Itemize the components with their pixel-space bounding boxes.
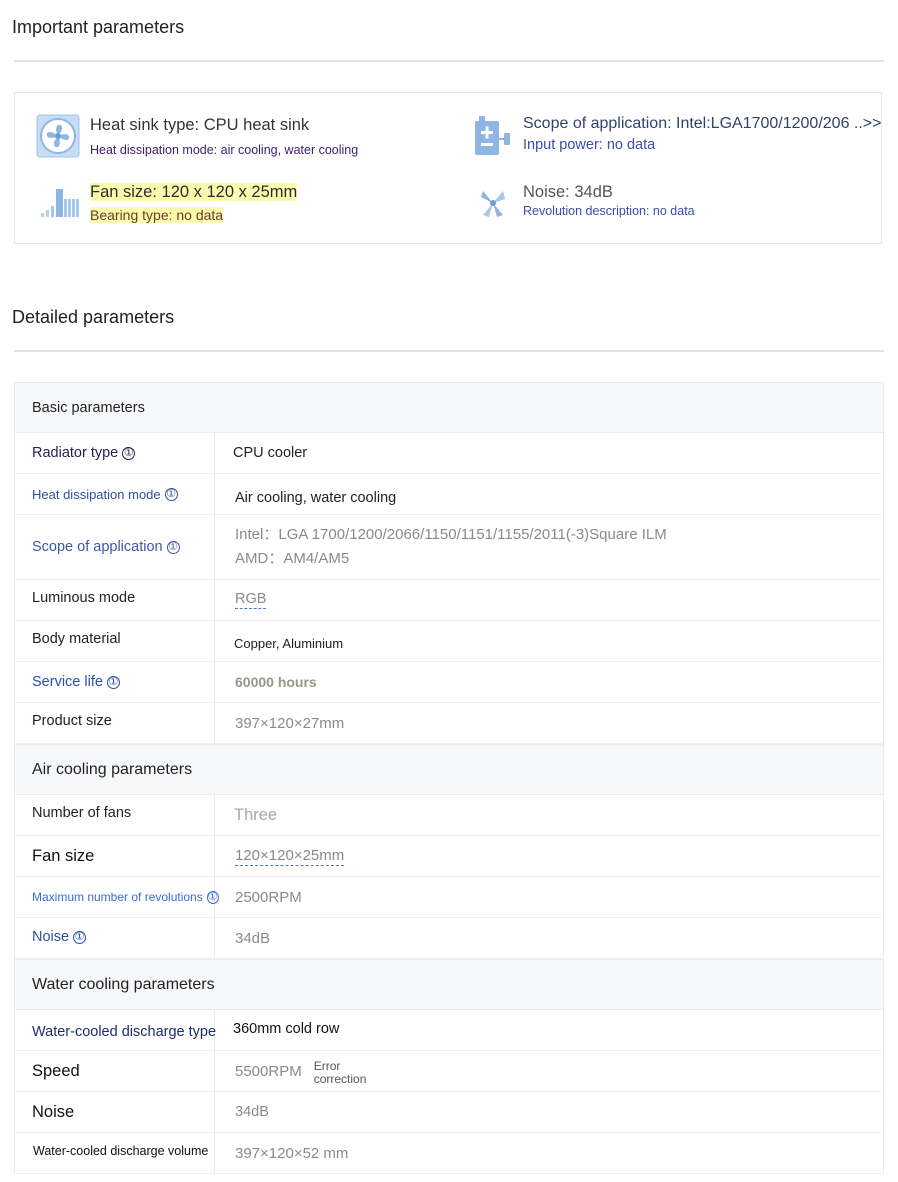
- table-row: Radiator type ① CPU cooler: [15, 433, 883, 474]
- input-power: Input power: no data: [523, 137, 656, 153]
- error-correction-line: correction: [313, 1072, 367, 1086]
- table-row: Body material Copper, Aluminium: [15, 621, 883, 662]
- row-value[interactable]: RGB: [215, 580, 883, 620]
- table-row: Service life ① 60000 hours: [15, 662, 883, 703]
- fan-size-text: Fan size: 120 x 120 x 25mm: [90, 183, 298, 201]
- row-value: 397×120×27mm: [235, 714, 345, 732]
- row-value: 397×120×52 mm: [235, 1144, 349, 1162]
- info-icon[interactable]: ①: [166, 540, 180, 554]
- table-row: Number of fans Three: [15, 795, 883, 836]
- detailed-parameters-title: Detailed parameters: [12, 307, 175, 327]
- row-value: 2500RPM: [235, 888, 302, 906]
- row-key: Product size: [15, 703, 215, 743]
- heat-sink-type: Heat sink type: CPU heat sink: [90, 116, 310, 134]
- table-row: Noise ① 34dB: [15, 918, 883, 959]
- detailed-parameters-table: Basic parameters Radiator type ① CPU cool…: [14, 382, 884, 1174]
- row-value[interactable]: 120×120×25mm: [215, 836, 883, 876]
- table-row: Maximum number of revolutions ① 2500RPM: [15, 877, 883, 918]
- propeller-icon: [479, 187, 507, 224]
- row-key: Radiator type ①: [15, 433, 215, 473]
- row-value: 360mm cold row: [233, 1021, 340, 1037]
- table-row: Noise 34dB: [15, 1092, 883, 1133]
- table-row: Water-cooled discharge type 360mm cold r…: [15, 1010, 883, 1051]
- row-value-text: 5500RPM: [235, 1062, 302, 1080]
- row-value-link[interactable]: 120×120×25mm: [235, 847, 345, 866]
- row-key-text: Maximum number of revolutions: [32, 890, 203, 904]
- row-key: Maximum number of revolutions ①: [15, 877, 219, 917]
- divider: [14, 60, 884, 62]
- important-parameters-title: Important parameters: [12, 17, 185, 37]
- row-key-text: Service life: [32, 674, 103, 690]
- table-row: Fan size 120×120×25mm: [15, 836, 883, 877]
- row-value-line: AMD：AM4/AM5: [235, 550, 350, 567]
- row-value: 60000 hours: [235, 674, 317, 690]
- revolution-description: Revolution description: no data: [523, 204, 695, 218]
- info-icon[interactable]: ①: [73, 930, 87, 944]
- table-row: Heat dissipation mode ① Air cooling, wate…: [15, 474, 883, 515]
- row-value-line: Intel：LGA 1700/1200/2066/1150/1151/1155/…: [235, 526, 667, 543]
- important-parameters-box: Heat sink type: CPU heat sink Heat dissi…: [14, 92, 882, 244]
- table-row: Product size 397×120×27mm: [15, 703, 883, 744]
- info-icon[interactable]: ①: [122, 446, 136, 460]
- row-key: Speed: [15, 1051, 215, 1091]
- row-key: Water-cooled discharge type: [15, 1010, 216, 1050]
- row-key: Scope of application ①: [15, 515, 215, 579]
- group-air-cooling-parameters: Air cooling parameters: [15, 744, 883, 795]
- row-value: 34dB: [235, 1104, 269, 1120]
- row-key-text: Noise: [32, 929, 70, 945]
- group-water-cooling-parameters: Water cooling parameters: [15, 959, 883, 1010]
- bearing-type: Bearing type: no data: [90, 207, 224, 223]
- info-icon[interactable]: ①: [106, 675, 120, 689]
- row-value: Copper, Aluminium: [234, 635, 344, 651]
- row-key: Heat dissipation mode ①: [15, 474, 215, 514]
- row-value: Three: [234, 805, 278, 824]
- row-key: Number of fans: [15, 795, 215, 835]
- row-key: Water-cooled discharge volume: [15, 1133, 215, 1173]
- row-value: Intel：LGA 1700/1200/2066/1150/1151/1155/…: [215, 515, 883, 579]
- row-key: Noise ①: [15, 918, 215, 958]
- row-key-text: Heat dissipation mode: [32, 486, 161, 502]
- row-key: Service life ①: [15, 662, 215, 702]
- row-value-link[interactable]: RGB: [235, 591, 267, 609]
- table-row: Speed 5500RPM Error correction: [15, 1051, 883, 1092]
- bearing-type-text: Bearing type: no data: [90, 207, 224, 223]
- table-row: Luminous mode RGB: [15, 580, 883, 621]
- noise: Noise: 34dB: [523, 183, 613, 201]
- row-key-text: Radiator type: [32, 445, 119, 461]
- error-correction-link[interactable]: Error correction: [314, 1056, 367, 1086]
- table-row: Scope of application ① Intel：LGA 1700/120…: [15, 515, 883, 580]
- group-basic-parameters: Basic parameters: [15, 382, 883, 433]
- row-key: Fan size: [15, 836, 215, 876]
- fan-icon: [36, 114, 80, 163]
- divider: [14, 350, 884, 352]
- info-icon[interactable]: ①: [164, 487, 178, 501]
- row-key-text: Scope of application: [32, 539, 163, 555]
- bars-size-icon: [40, 185, 80, 224]
- scope-of-application: Scope of application: Intel:LGA1700/1200…: [523, 115, 882, 132]
- heat-dissipation-mode: Heat dissipation mode: air cooling, wate…: [90, 143, 359, 157]
- row-key: Noise: [15, 1092, 215, 1132]
- row-key: Luminous mode: [15, 580, 215, 620]
- row-value: 5500RPM Error correction: [215, 1051, 883, 1091]
- row-value: 34dB: [235, 929, 271, 947]
- table-row: Water-cooled discharge volume 397×120×52…: [15, 1133, 883, 1174]
- power-plug-icon: [473, 115, 513, 162]
- row-key: Body material: [15, 621, 215, 661]
- fan-size: Fan size: 120 x 120 x 25mm: [90, 183, 298, 202]
- row-value: Air cooling, water cooling: [235, 490, 397, 506]
- row-value: CPU cooler: [233, 445, 308, 461]
